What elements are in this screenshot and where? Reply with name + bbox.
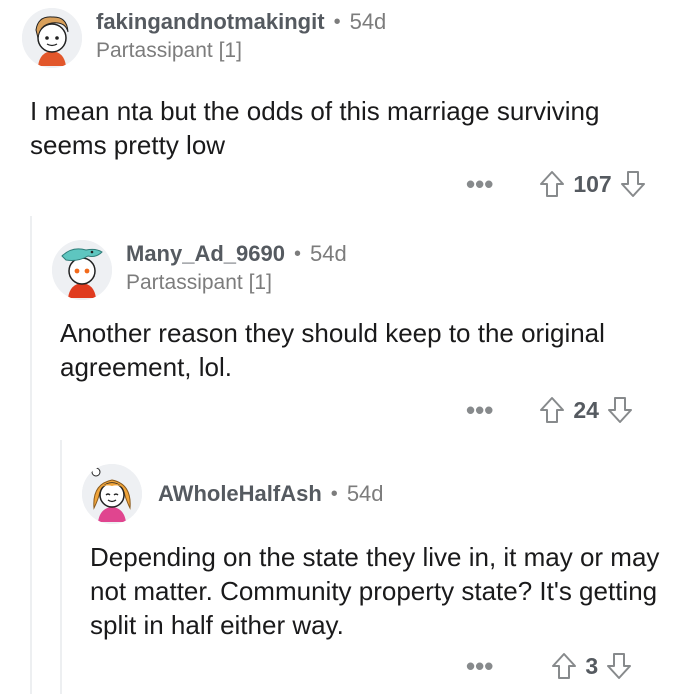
downvote-icon[interactable]	[620, 170, 646, 198]
vote-controls: 3	[551, 652, 632, 680]
comment-age: 54d	[310, 241, 347, 266]
username[interactable]: AWholeHalfAsh	[158, 480, 322, 508]
downvote-icon[interactable]	[606, 652, 632, 680]
downvote-icon[interactable]	[607, 396, 633, 424]
comment-actions: ••• 107	[466, 170, 646, 198]
comment-header: Many_Ad_9690 • 54d Partassipant [1]	[52, 240, 347, 300]
thread-line-level-1[interactable]	[30, 216, 32, 694]
more-options-button[interactable]: •••	[466, 171, 493, 197]
comment-age: 54d	[346, 481, 384, 506]
vote-score: 3	[585, 652, 599, 679]
comment-header: fakingandnotmakingit • 54d Partassipant …	[22, 8, 386, 68]
vote-score: 107	[573, 170, 612, 197]
more-options-button[interactable]: •••	[466, 653, 493, 679]
vote-score: 24	[573, 396, 599, 423]
upvote-icon[interactable]	[539, 396, 565, 424]
separator-dot: •	[293, 243, 301, 265]
vote-controls: 24	[539, 396, 633, 424]
avatar[interactable]	[22, 8, 82, 68]
comment-body: I mean nta but the odds of this marriage…	[30, 96, 600, 160]
username[interactable]: fakingandnotmakingit	[96, 8, 325, 36]
comment-actions: ••• 24	[466, 396, 633, 424]
comment-body: Depending on the state they live in, it …	[90, 542, 660, 640]
thread-line-level-2[interactable]	[60, 440, 62, 694]
avatar[interactable]	[82, 464, 142, 524]
upvote-icon[interactable]	[551, 652, 577, 680]
comment-actions: ••• 3	[466, 652, 632, 680]
comment-body: Another reason they should keep to the o…	[60, 318, 605, 382]
username[interactable]: Many_Ad_9690	[126, 240, 285, 268]
vote-controls: 107	[539, 170, 645, 198]
user-flair: Partassipant [1]	[96, 39, 242, 62]
separator-dot: •	[330, 483, 338, 505]
more-options-button[interactable]: •••	[466, 397, 493, 423]
avatar[interactable]	[52, 240, 112, 300]
user-flair: Partassipant [1]	[126, 271, 272, 294]
upvote-icon[interactable]	[539, 170, 565, 198]
comment-age: 54d	[349, 9, 387, 34]
comment-header: AWholeHalfAsh • 54d	[82, 464, 384, 524]
separator-dot: •	[333, 11, 341, 33]
